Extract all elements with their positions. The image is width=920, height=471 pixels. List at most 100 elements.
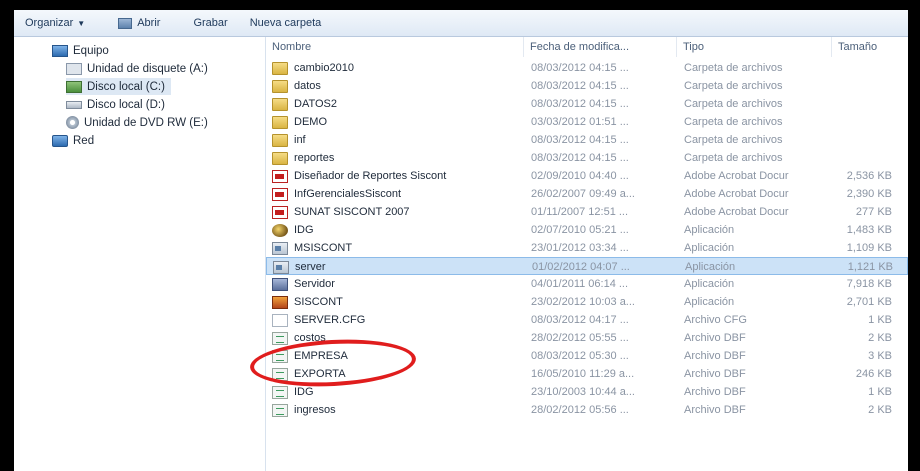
file-row[interactable]: inf 08/03/2012 04:15 ... Carpeta de archiv… — [266, 131, 908, 149]
file-name: IDG — [294, 224, 314, 236]
file-name-cell: Diseñador de Reportes Siscont — [272, 167, 522, 185]
file-date: 23/02/2012 10:03 a... — [531, 296, 635, 308]
column-header-name[interactable]: Nombre — [266, 37, 524, 57]
column-header-label: Fecha de modifica... — [530, 41, 630, 53]
file-date: 08/03/2012 04:17 ... — [531, 314, 629, 326]
dbf-file-icon — [272, 331, 288, 345]
file-type: Carpeta de archivos — [684, 80, 783, 92]
server-app-icon — [272, 277, 288, 291]
file-row[interactable]: datos 08/03/2012 04:15 ... Carpeta de arch… — [266, 77, 908, 95]
local-disk-icon — [66, 100, 82, 109]
open-app-icon — [118, 17, 133, 29]
file-row[interactable]: IDG 23/10/2003 10:44 a... Archivo DBF 1 KB — [266, 383, 908, 401]
file-date: 26/02/2007 09:49 a... — [531, 188, 635, 200]
file-name-cell: InfGerencialesSiscont — [272, 185, 522, 203]
file-size: 1 KB — [868, 314, 892, 326]
file-name: server — [295, 261, 326, 273]
file-type: Archivo DBF — [684, 368, 746, 380]
file-name: reportes — [294, 152, 335, 164]
file-row[interactable]: IDG 02/07/2010 05:21 ... Aplicación 1,483 K… — [266, 221, 908, 239]
file-row[interactable]: InfGerencialesSiscont 26/02/2007 09:49 a.… — [266, 185, 908, 203]
column-header-label: Tamaño — [838, 41, 878, 53]
navigation-pane: Equipo Unidad de disquete (A:) Disco loc… — [14, 37, 266, 471]
nav-item-equipo[interactable]: Equipo — [52, 42, 109, 59]
burn-label: Grabar — [193, 17, 228, 29]
open-button[interactable]: Abrir — [96, 10, 171, 36]
file-type: Adobe Acrobat Docur — [684, 170, 789, 182]
file-name-cell: IDG — [272, 221, 522, 239]
nav-item-red[interactable]: Red — [52, 132, 94, 149]
file-name-cell: cambio2010 — [272, 59, 522, 77]
column-header-type[interactable]: Tipo — [677, 37, 832, 57]
file-date: 28/02/2012 05:56 ... — [531, 404, 629, 416]
nav-item-label: Disco local (D:) — [87, 98, 165, 111]
organize-button[interactable]: Organizar ▼ — [14, 10, 96, 36]
pdf-icon — [272, 205, 288, 219]
nav-item-disk-c[interactable]: Disco local (C:) — [66, 78, 171, 95]
folder-icon — [272, 97, 288, 111]
nav-item-floppy[interactable]: Unidad de disquete (A:) — [66, 60, 208, 77]
file-type: Aplicación — [684, 224, 735, 236]
file-type: Archivo DBF — [684, 404, 746, 416]
nav-item-disk-d[interactable]: Disco local (D:) — [66, 96, 165, 113]
idg-app-icon — [272, 223, 288, 237]
file-row[interactable]: SERVER.CFG 08/03/2012 04:17 ... Archivo CF… — [266, 311, 908, 329]
new-folder-button[interactable]: Nueva carpeta — [239, 10, 333, 36]
file-row[interactable]: MSISCONT 23/01/2012 03:34 ... Aplicación 1,… — [266, 239, 908, 257]
file-name: Servidor — [294, 278, 335, 290]
file-date: 23/01/2012 03:34 ... — [531, 242, 629, 254]
file-size: 1,121 KB — [847, 261, 893, 273]
file-date: 16/05/2010 11:29 a... — [531, 368, 635, 380]
nav-item-label: Unidad de disquete (A:) — [87, 62, 208, 75]
file-row[interactable]: SISCONT 23/02/2012 10:03 a... Aplicación 2,… — [266, 293, 908, 311]
dbf-file-icon — [272, 385, 288, 399]
file-name-cell: DATOS2 — [272, 95, 522, 113]
file-row[interactable]: Servidor 04/01/2011 06:14 ... Aplicación 7,… — [266, 275, 908, 293]
burn-button[interactable]: Grabar — [171, 10, 238, 36]
file-size: 1,483 KB — [846, 224, 892, 236]
file-size: 2 KB — [868, 332, 892, 344]
file-date: 02/07/2010 05:21 ... — [531, 224, 629, 236]
file-row[interactable]: SUNAT SISCONT 2007 01/11/2007 12:51 ... Ad… — [266, 203, 908, 221]
file-type: Carpeta de archivos — [684, 116, 783, 128]
cfg-file-icon — [272, 313, 288, 327]
folder-icon — [272, 61, 288, 75]
file-date: 01/02/2012 04:07 ... — [532, 261, 630, 273]
file-row[interactable]: cambio2010 08/03/2012 04:15 ... Carpeta de… — [266, 59, 908, 77]
file-date: 04/01/2011 06:14 ... — [531, 278, 629, 290]
file-size: 2,536 KB — [846, 170, 892, 182]
file-row[interactable]: DEMO 03/03/2012 01:51 ... Carpeta de archi… — [266, 113, 908, 131]
file-row[interactable]: ingresos 28/02/2012 05:56 ... Archivo DBF 2… — [266, 401, 908, 419]
file-date: 08/03/2012 04:15 ... — [531, 98, 629, 110]
file-date: 08/03/2012 04:15 ... — [531, 152, 629, 164]
file-name: DEMO — [294, 116, 327, 128]
file-row[interactable]: Diseñador de Reportes Siscont 02/09/2010 … — [266, 167, 908, 185]
dbf-file-icon — [272, 403, 288, 417]
nav-item-label: Red — [73, 134, 95, 147]
dvd-icon — [66, 116, 79, 129]
file-date: 02/09/2010 04:40 ... — [531, 170, 629, 182]
column-header-size[interactable]: Tamaño — [832, 37, 908, 57]
file-list: Nombre Fecha de modifica... Tipo Tamaño … — [266, 37, 908, 471]
file-type: Carpeta de archivos — [684, 62, 783, 74]
file-name: datos — [294, 80, 321, 92]
file-type: Carpeta de archivos — [684, 152, 783, 164]
file-row[interactable]: DATOS2 08/03/2012 04:15 ... Carpeta de arc… — [266, 95, 908, 113]
file-row[interactable]: server 01/02/2012 04:07 ... Aplicación 1,12… — [266, 257, 908, 275]
new-folder-label: Nueva carpeta — [249, 17, 322, 29]
file-row[interactable]: reportes 08/03/2012 04:15 ... Carpeta de a… — [266, 149, 908, 167]
nav-item-dvd[interactable]: Unidad de DVD RW (E:) — [66, 114, 208, 131]
file-size: 7,918 KB — [846, 278, 892, 290]
file-type: Adobe Acrobat Docur — [684, 188, 789, 200]
command-bar: Organizar ▼ Abrir Grabar Nueva carpeta — [14, 10, 908, 37]
file-type: Aplicación — [685, 261, 736, 273]
file-name-cell: SISCONT — [272, 293, 522, 311]
column-header-date[interactable]: Fecha de modifica... — [524, 37, 677, 57]
file-size: 3 KB — [868, 350, 892, 362]
file-date: 01/11/2007 12:51 ... — [531, 206, 629, 218]
application-icon — [272, 241, 288, 255]
file-name-cell: inf — [272, 131, 522, 149]
file-name-cell: DEMO — [272, 113, 522, 131]
file-name-cell: server — [273, 258, 523, 276]
file-type: Aplicación — [684, 278, 735, 290]
